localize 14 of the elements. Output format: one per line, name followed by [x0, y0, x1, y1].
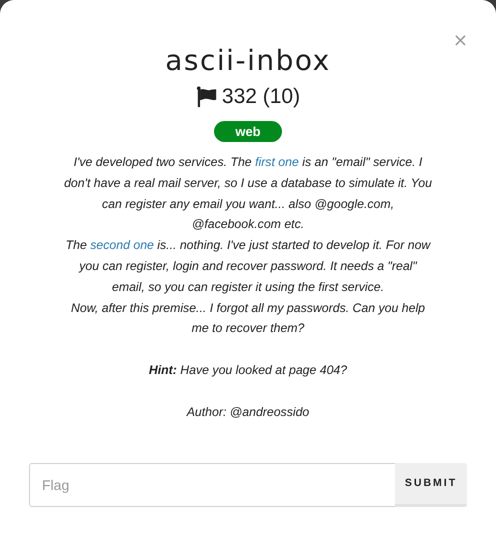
description-paragraph: I've developed two services. The first one is an "email" service. I don't have a real mail server, so I use a database to simulate it. You can register any email you want... also @google.com, @facebook.com etc. [63, 154, 433, 234]
description-paragraph: The second one is... nothing. I've just started to develop it. For now you can register, login and recover password. It needs a "real" email, so you can register it using the first service. [64, 237, 432, 296]
hint-text: Hint: Have you looked at page 404? [148, 362, 348, 380]
challenge-title: ascii-inbox [165, 44, 331, 77]
close-button[interactable]: × [452, 32, 468, 50]
category-tag: web [214, 121, 282, 142]
challenge-link[interactable]: second one [90, 238, 154, 252]
author-text: Author: @andreossido [185, 404, 310, 421]
description-paragraph: Now, after this premise... I forgot all my passwords. Can you help me to recover them? [70, 300, 426, 338]
flag-input[interactable]: Flag [29, 462, 395, 507]
flag-icon [196, 86, 218, 108]
submit-button[interactable]: SUBMIT [395, 462, 467, 507]
points-text: 332 (10) [222, 85, 300, 109]
challenge-link[interactable]: first one [255, 155, 299, 169]
